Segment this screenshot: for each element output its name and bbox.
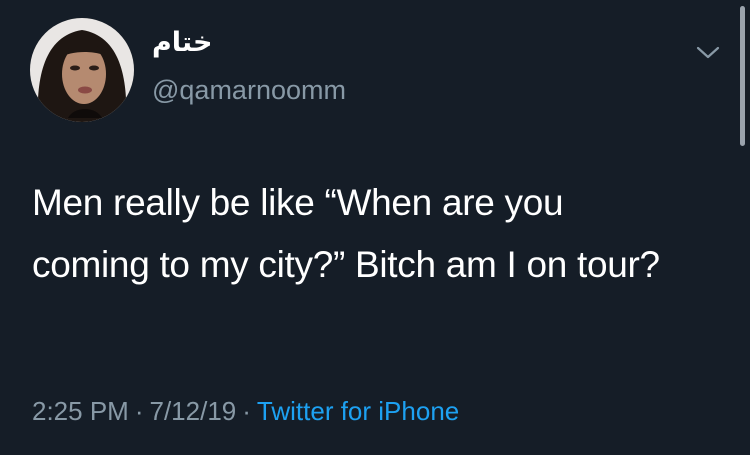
tweet-date: 7/12/19 [149, 396, 237, 426]
avatar-image [30, 18, 134, 122]
tweet-time: 2:25 PM [32, 396, 129, 426]
chevron-down-icon[interactable] [694, 42, 722, 62]
meta-separator: · [134, 396, 144, 426]
tweet-text: Men really be like “When are you coming … [32, 182, 660, 285]
scrollbar[interactable] [740, 6, 745, 146]
display-name[interactable]: ختام [152, 26, 212, 60]
tweet-source-link[interactable]: Twitter for iPhone [257, 396, 459, 426]
avatar[interactable] [30, 18, 134, 122]
user-handle[interactable]: @qamarnoomm [152, 74, 346, 106]
meta-separator: · [242, 396, 251, 426]
tweet-metadata: 2:25 PM · 7/12/19 · Twitter for iPhone [32, 394, 459, 428]
tweet-card: ختام @qamarnoomm Men really be like “Whe… [0, 0, 750, 455]
